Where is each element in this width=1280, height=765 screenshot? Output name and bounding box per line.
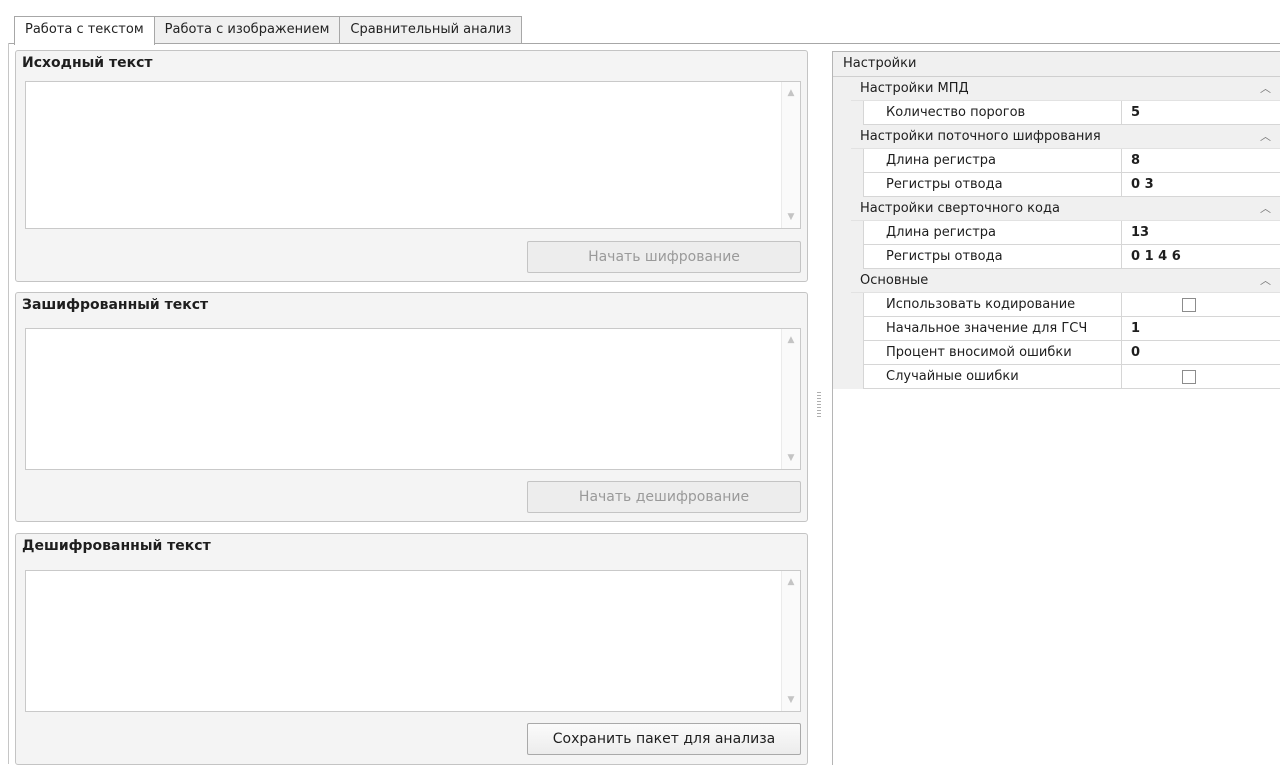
row-gutter [833, 269, 851, 293]
category-convolutional-code[interactable]: Настройки сверточного кода ︿ [833, 197, 1280, 221]
row-gutter [833, 221, 851, 245]
category-label: Настройки поточного шифрования ︿ [851, 125, 1280, 149]
property-row[interactable]: Процент вносимой ошибки 0 [833, 341, 1280, 365]
property-name: Случайные ошибки [864, 365, 1122, 389]
property-row[interactable]: Длина регистра 8 [833, 149, 1280, 173]
tab-list: Работа с текстом Работа с изображением С… [14, 16, 523, 45]
scroll-up-arrow-icon[interactable]: ▲ [782, 573, 800, 591]
source-text-group: Исходный текст ▲ ▼ Начать шифрование [15, 50, 808, 282]
property-value[interactable]: 8 [1122, 149, 1280, 173]
row-indent [851, 173, 864, 197]
decrypted-text-group: Дешифрованный текст ▲ ▼ Сохранить пакет … [15, 533, 808, 765]
row-indent [851, 101, 864, 125]
chevron-up-icon[interactable]: ︿ [1260, 197, 1271, 221]
source-text-scrollbar[interactable]: ▲ ▼ [781, 82, 800, 228]
encrypted-text-group: Зашифрованный текст ▲ ▼ Начать дешифрова… [15, 292, 808, 522]
category-mpd[interactable]: Настройки МПД ︿ [833, 77, 1280, 101]
property-name: Начальное значение для ГСЧ [864, 317, 1122, 341]
category-label: Основные ︿ [851, 269, 1280, 293]
start-encryption-button[interactable]: Начать шифрование [527, 241, 801, 273]
property-value[interactable]: 1 [1122, 317, 1280, 341]
row-indent [851, 245, 864, 269]
settings-panel: Настройки Настройки МПД ︿ Количество пор… [832, 51, 1280, 765]
decrypted-text-title: Дешифрованный текст [22, 538, 211, 554]
row-indent [851, 221, 864, 245]
property-name: Длина регистра [864, 221, 1122, 245]
encrypted-text-area[interactable]: ▲ ▼ [25, 328, 801, 470]
property-name: Использовать кодирование [864, 293, 1122, 317]
row-gutter [833, 149, 851, 173]
chevron-up-icon[interactable]: ︿ [1260, 269, 1271, 293]
category-name: Основные [860, 273, 929, 288]
encrypted-text-title: Зашифрованный текст [22, 297, 209, 313]
property-value[interactable]: 13 [1122, 221, 1280, 245]
save-analysis-package-button[interactable]: Сохранить пакет для анализа [527, 723, 801, 755]
category-name: Настройки МПД [860, 81, 969, 96]
chevron-up-icon[interactable]: ︿ [1260, 125, 1271, 149]
random-errors-checkbox[interactable] [1182, 370, 1196, 384]
property-name: Процент вносимой ошибки [864, 341, 1122, 365]
tab-comparison[interactable]: Сравнительный анализ [339, 16, 523, 43]
tab-baseline [8, 43, 1280, 44]
source-text-title: Исходный текст [22, 55, 153, 71]
scroll-down-arrow-icon[interactable]: ▼ [782, 208, 800, 226]
property-row[interactable]: Случайные ошибки [833, 365, 1280, 389]
tab-text[interactable]: Работа с текстом [14, 16, 155, 45]
scroll-up-arrow-icon[interactable]: ▲ [782, 331, 800, 349]
property-row[interactable]: Длина регистра 13 [833, 221, 1280, 245]
row-gutter [833, 293, 851, 317]
property-row[interactable]: Количество порогов 5 [833, 101, 1280, 125]
row-gutter [833, 101, 851, 125]
property-row[interactable]: Регистры отвода 0 3 [833, 173, 1280, 197]
row-indent [851, 365, 864, 389]
row-gutter [833, 77, 851, 101]
property-value[interactable]: 5 [1122, 101, 1280, 125]
scroll-up-arrow-icon[interactable]: ▲ [782, 84, 800, 102]
row-gutter [833, 365, 851, 389]
property-value[interactable]: 0 3 [1122, 173, 1280, 197]
row-indent [851, 293, 864, 317]
property-value [1122, 293, 1280, 317]
property-value [1122, 365, 1280, 389]
row-gutter [833, 125, 851, 149]
category-label: Настройки МПД ︿ [851, 77, 1280, 101]
property-name: Регистры отвода [864, 173, 1122, 197]
row-indent [851, 317, 864, 341]
property-name: Длина регистра [864, 149, 1122, 173]
encrypted-text-scrollbar[interactable]: ▲ ▼ [781, 329, 800, 469]
property-value[interactable]: 0 1 4 6 [1122, 245, 1280, 269]
property-name: Регистры отвода [864, 245, 1122, 269]
row-gutter [833, 173, 851, 197]
decrypted-text-scrollbar[interactable]: ▲ ▼ [781, 571, 800, 711]
category-general[interactable]: Основные ︿ [833, 269, 1280, 293]
row-gutter [833, 197, 851, 221]
category-label: Настройки сверточного кода ︿ [851, 197, 1280, 221]
category-stream-cipher[interactable]: Настройки поточного шифрования ︿ [833, 125, 1280, 149]
content-border [8, 43, 9, 764]
tab-strip: Работа с текстом Работа с изображением С… [0, 0, 1280, 45]
row-indent [851, 341, 864, 365]
category-name: Настройки поточного шифрования [860, 129, 1101, 144]
splitter-handle[interactable] [817, 392, 821, 418]
chevron-up-icon[interactable]: ︿ [1260, 77, 1271, 101]
row-gutter [833, 341, 851, 365]
settings-header: Настройки [833, 52, 1280, 77]
property-row[interactable]: Регистры отвода 0 1 4 6 [833, 245, 1280, 269]
tab-image[interactable]: Работа с изображением [153, 16, 341, 43]
property-name: Количество порогов [864, 101, 1122, 125]
category-name: Настройки сверточного кода [860, 201, 1060, 216]
start-decryption-button[interactable]: Начать дешифрование [527, 481, 801, 513]
decrypted-text-area[interactable]: ▲ ▼ [25, 570, 801, 712]
row-gutter [833, 245, 851, 269]
source-text-area[interactable]: ▲ ▼ [25, 81, 801, 229]
scroll-down-arrow-icon[interactable]: ▼ [782, 691, 800, 709]
property-row[interactable]: Начальное значение для ГСЧ 1 [833, 317, 1280, 341]
property-value[interactable]: 0 [1122, 341, 1280, 365]
scroll-down-arrow-icon[interactable]: ▼ [782, 449, 800, 467]
row-gutter [833, 317, 851, 341]
use-coding-checkbox[interactable] [1182, 298, 1196, 312]
row-indent [851, 149, 864, 173]
property-row[interactable]: Использовать кодирование [833, 293, 1280, 317]
